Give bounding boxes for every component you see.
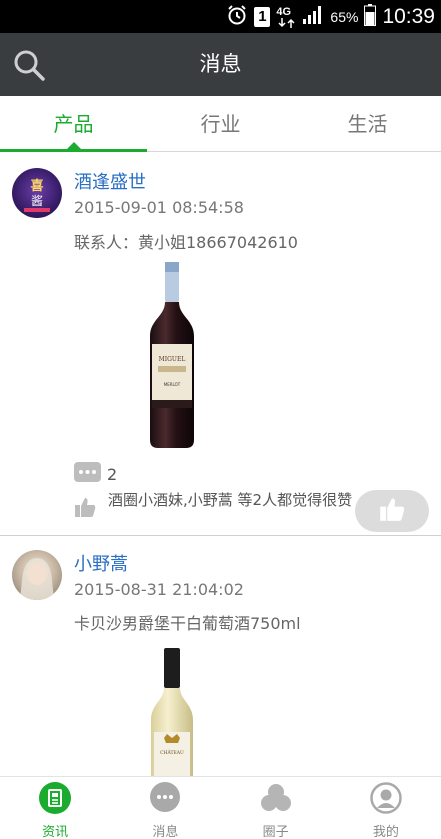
alarm-icon (226, 4, 248, 30)
sim-label: 1 (258, 7, 267, 25)
signal-icon (302, 5, 324, 29)
clock: 10:39 (382, 4, 435, 28)
nav-circle[interactable]: 圈子 (221, 777, 331, 839)
post-author[interactable]: 小野蒿 (74, 550, 128, 576)
bottom-navigation: 资讯 消息 圈子 我的 (0, 776, 441, 839)
comment-count: 2 (107, 464, 118, 484)
nav-label: 资讯 (42, 825, 69, 839)
svg-text:CHÂTEAU: CHÂTEAU (160, 749, 184, 756)
network-label: 4G (276, 5, 292, 18)
svg-text:MIGUEL: MIGUEL (159, 356, 186, 363)
svg-text:喜: 喜 (30, 178, 43, 194)
news-icon (39, 782, 72, 814)
likes-text: 酒圈小酒妹,小野蒿 等2人都觉得很赞 (108, 491, 353, 509)
tab-life[interactable]: 生活 (294, 96, 441, 151)
avatar[interactable] (12, 550, 62, 600)
network-icon: 4G (276, 6, 296, 28)
nav-news[interactable]: 资讯 (0, 777, 110, 839)
category-tabs: 产品 行业 生活 (0, 96, 441, 152)
post-description: 卡贝沙男爵堡干白葡萄酒750ml (74, 614, 301, 633)
tab-product[interactable]: 产品 (0, 96, 147, 152)
nav-messages[interactable]: 消息 (110, 777, 220, 839)
nav-label: 我的 (372, 825, 399, 839)
comment-row[interactable]: 2 (74, 462, 117, 486)
comment-icon[interactable] (74, 462, 101, 486)
like-button[interactable] (355, 490, 429, 532)
avatar[interactable]: 喜 酱 (12, 168, 62, 218)
tab-label: 产品 (53, 112, 94, 136)
status-bar: 1 4G 65% 10:39 (0, 0, 441, 33)
svg-text:酱: 酱 (31, 193, 43, 208)
feed-post: 喜 酱 酒逢盛世 2015-09-01 08:54:58 联系人：黄小姐1866… (0, 152, 441, 536)
post-author[interactable]: 酒逢盛世 (74, 168, 146, 194)
white-wine-bottle-image[interactable]: CHÂTEAU (148, 648, 196, 776)
post-description: 联系人：黄小姐18667042610 (74, 233, 298, 252)
message-icon (149, 782, 181, 814)
post-time: 2015-09-01 08:54:58 (74, 198, 244, 217)
svg-text:MERLOT: MERLOT (164, 382, 181, 387)
sim-icon: 1 (254, 6, 271, 27)
battery-icon (364, 3, 377, 30)
nav-profile[interactable]: 我的 (331, 777, 441, 839)
profile-icon (370, 782, 402, 814)
feed-post: 小野蒿 2015-08-31 21:04:02 卡贝沙男爵堡干白葡萄酒750ml… (0, 536, 441, 776)
feed-list[interactable]: 喜 酱 酒逢盛世 2015-09-01 08:54:58 联系人：黄小姐1866… (0, 152, 441, 776)
battery-percent: 65% (330, 8, 359, 25)
circle-icon (260, 782, 292, 814)
app-header: 消息 (0, 33, 441, 96)
thumbs-up-icon (379, 496, 405, 526)
nav-label: 圈子 (262, 825, 289, 839)
tab-industry[interactable]: 行业 (147, 96, 294, 151)
tab-label: 行业 (200, 112, 241, 136)
red-wine-bottle-image[interactable]: MIGUEL MERLOT (146, 260, 198, 454)
nav-label: 消息 (152, 825, 179, 839)
post-time: 2015-08-31 21:04:02 (74, 580, 244, 599)
tab-label: 生活 (347, 112, 388, 136)
thumbs-up-icon (74, 496, 96, 523)
page-title: 消息 (199, 52, 242, 76)
tab-active-notch (66, 142, 81, 149)
